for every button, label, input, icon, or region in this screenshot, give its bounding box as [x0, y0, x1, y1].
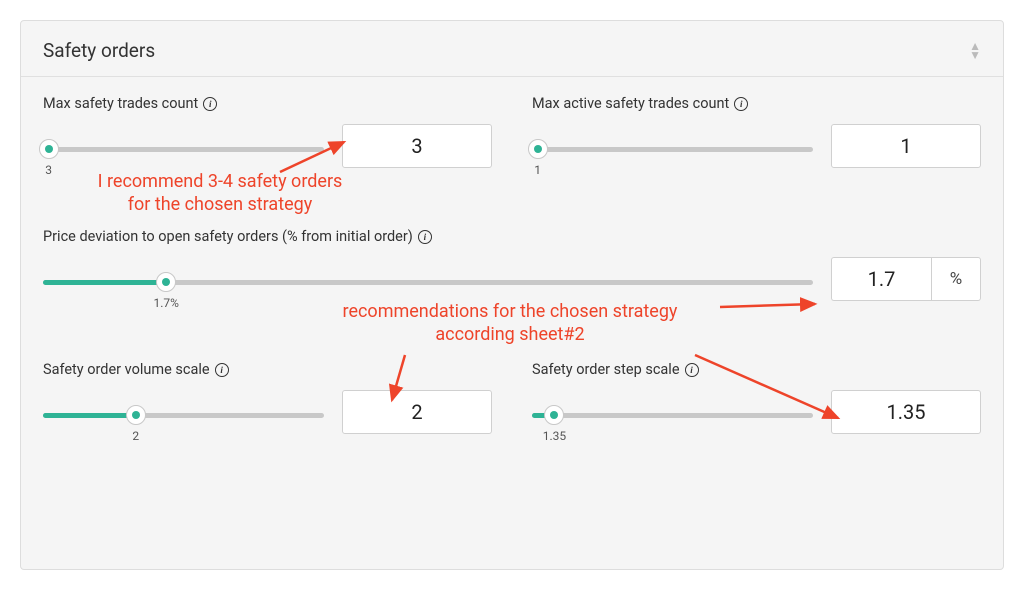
field-label: Safety order volume scale i: [43, 361, 492, 378]
slider-thumb[interactable]: [544, 405, 564, 425]
label-text: Price deviation to open safety orders (%…: [43, 228, 413, 245]
info-icon[interactable]: i: [734, 97, 748, 111]
row-2: Price deviation to open safety orders (%…: [43, 228, 981, 301]
slider-price-deviation[interactable]: 1.7%: [43, 274, 813, 285]
label-text: Max safety trades count: [43, 95, 198, 112]
slider-value-caption: 1.7%: [153, 296, 178, 310]
info-icon[interactable]: i: [203, 97, 217, 111]
slider-fill: [43, 280, 166, 285]
field-price-deviation: Price deviation to open safety orders (%…: [43, 228, 981, 301]
field-label: Price deviation to open safety orders (%…: [43, 228, 981, 245]
info-icon[interactable]: i: [215, 363, 229, 377]
slider-value-caption: 1.35: [543, 429, 566, 443]
slider-thumb[interactable]: [528, 139, 548, 159]
panel-header: Safety orders ▲▼: [21, 21, 1003, 77]
max-safety-input[interactable]: 3: [342, 124, 492, 168]
slider-value-caption: 1: [534, 163, 541, 177]
collapse-toggle-icon[interactable]: ▲▼: [969, 42, 981, 59]
field-label: Safety order step scale i: [532, 361, 981, 378]
info-icon[interactable]: i: [685, 363, 699, 377]
slider-track: [43, 413, 324, 418]
slider-thumb[interactable]: [39, 139, 59, 159]
field-volume-scale: Safety order volume scale i 2 2: [43, 361, 492, 434]
field-max-safety-trades-count: Max safety trades count i 3 3: [43, 95, 492, 168]
slider-track: [532, 413, 813, 418]
control-row: 2 2: [43, 390, 492, 434]
panel-title: Safety orders: [43, 39, 155, 62]
price-deviation-input-group: 1.7 %: [831, 257, 981, 301]
row-1: Max safety trades count i 3 3: [43, 95, 981, 168]
step-scale-input[interactable]: 1.35: [831, 390, 981, 434]
slider-track: [43, 147, 324, 152]
slider-step-scale[interactable]: 1.35: [532, 407, 813, 418]
label-text: Safety order step scale: [532, 361, 680, 378]
slider-track: [532, 147, 813, 152]
safety-orders-panel: Safety orders ▲▼ Max safety trades count…: [20, 20, 1004, 570]
slider-max-active[interactable]: 1: [532, 141, 813, 152]
slider-value-caption: 2: [132, 429, 139, 443]
slider-value-caption: 3: [45, 163, 52, 177]
slider-thumb[interactable]: [156, 272, 176, 292]
panel-body: Max safety trades count i 3 3: [21, 77, 1003, 496]
info-icon[interactable]: i: [418, 230, 432, 244]
label-text: Max active safety trades count: [532, 95, 729, 112]
slider-thumb[interactable]: [126, 405, 146, 425]
control-row: 1.35 1.35: [532, 390, 981, 434]
control-row: 1.7% 1.7 %: [43, 257, 981, 301]
field-step-scale: Safety order step scale i 1.35 1.35: [532, 361, 981, 434]
slider-track: [43, 280, 813, 285]
label-text: Safety order volume scale: [43, 361, 210, 378]
max-active-input[interactable]: 1: [831, 124, 981, 168]
control-row: 1 1: [532, 124, 981, 168]
field-label: Max safety trades count i: [43, 95, 492, 112]
price-deviation-input[interactable]: 1.7: [831, 257, 931, 301]
slider-volume-scale[interactable]: 2: [43, 407, 324, 418]
control-row: 3 3: [43, 124, 492, 168]
row-3: Safety order volume scale i 2 2: [43, 361, 981, 434]
slider-max-safety[interactable]: 3: [43, 141, 324, 152]
slider-fill: [43, 413, 136, 418]
percent-suffix: %: [931, 257, 981, 301]
field-label: Max active safety trades count i: [532, 95, 981, 112]
field-max-active-safety-trades-count: Max active safety trades count i 1 1: [532, 95, 981, 168]
volume-scale-input[interactable]: 2: [342, 390, 492, 434]
